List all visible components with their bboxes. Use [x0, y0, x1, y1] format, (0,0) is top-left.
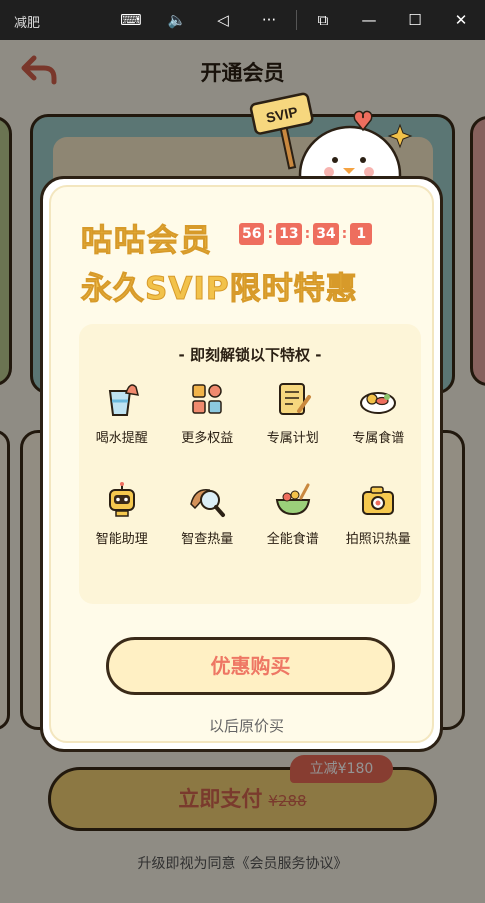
- membership-title: 咕咕会员: [81, 223, 213, 260]
- perks-grid: 喝水提醒 更多权益 专属计划 专属食谱 智能助理 智查热量 全能食谱 拍照识热量: [79, 379, 421, 547]
- perk-label: 智能助理: [95, 532, 148, 547]
- keyboard-icon[interactable]: ⌨: [120, 10, 142, 30]
- more-icon[interactable]: ···: [258, 10, 280, 30]
- perk-smart-assistant: 智能助理: [79, 480, 165, 547]
- plan-document-icon: [278, 383, 311, 415]
- perks-panel: - 即刻解锁以下特权 - 喝水提醒 更多权益 专属计划 专属食谱 智能助理 智查…: [79, 324, 421, 604]
- countdown-separator: :: [341, 226, 348, 242]
- dialog-body: 咕咕会员 56 : 13 : 34 : 1 永久SVIP限时特惠 - 即刻解锁以…: [49, 185, 434, 743]
- countdown-seconds: 34: [313, 223, 339, 245]
- maximize-icon[interactable]: ☐: [404, 10, 426, 30]
- minimize-icon[interactable]: —: [358, 10, 380, 30]
- buy-later-link[interactable]: 以后原价买: [51, 715, 442, 736]
- countdown-hours: 56: [239, 223, 265, 245]
- countdown-separator: :: [304, 226, 311, 242]
- perk-label: 专属计划: [266, 431, 319, 446]
- app-title: 减肥: [14, 16, 41, 31]
- perk-label: 专属食谱: [352, 431, 405, 446]
- camera-icon: [362, 486, 395, 515]
- perk-more-benefits: 更多权益: [165, 379, 251, 446]
- perk-water-reminder: 喝水提醒: [79, 379, 165, 446]
- perk-photo-calorie: 拍照识热量: [336, 480, 422, 547]
- snap-icon[interactable]: ⧉: [312, 10, 334, 30]
- perk-exclusive-plan: 专属计划: [250, 379, 336, 446]
- svip-offer-dialog: 咕咕会员 56 : 13 : 34 : 1 永久SVIP限时特惠 - 即刻解锁以…: [40, 176, 443, 752]
- close-icon[interactable]: ✕: [450, 10, 472, 30]
- perk-label: 智查热量: [181, 532, 234, 547]
- perk-all-recipes: 全能食谱: [250, 480, 336, 547]
- back-triangle-icon[interactable]: ◁: [212, 10, 234, 30]
- water-cup-icon: [108, 384, 139, 416]
- volume-icon[interactable]: 🔈: [166, 10, 188, 30]
- countdown-timer: 56 : 13 : 34 : 1: [239, 223, 373, 245]
- offer-subtitle: 永久SVIP限时特惠: [81, 271, 358, 308]
- window-title-bar: 减肥 ⌨ 🔈 ◁ ··· ⧉ — ☐ ✕: [0, 0, 485, 40]
- magnifier-food-icon: [190, 489, 226, 517]
- grid-icon: [192, 384, 222, 414]
- perk-label: 拍照识热量: [345, 532, 411, 547]
- food-plate-icon: [360, 392, 397, 414]
- salad-bowl-icon: [275, 483, 310, 516]
- discount-buy-button[interactable]: 优惠购买: [106, 637, 395, 695]
- countdown-separator: :: [267, 226, 274, 242]
- perk-label: 更多权益: [181, 431, 234, 446]
- perk-calorie-check: 智查热量: [165, 480, 251, 547]
- countdown-tenths: 1: [350, 223, 373, 245]
- perk-exclusive-recipe: 专属食谱: [336, 379, 422, 446]
- discount-buy-label: 优惠购买: [210, 654, 291, 678]
- robot-icon: [108, 482, 135, 517]
- countdown-minutes: 13: [276, 223, 302, 245]
- title-bar-divider: [296, 10, 297, 30]
- perk-label: 全能食谱: [266, 532, 319, 547]
- perks-heading: - 即刻解锁以下特权 -: [178, 346, 322, 364]
- perk-label: 喝水提醒: [95, 431, 148, 446]
